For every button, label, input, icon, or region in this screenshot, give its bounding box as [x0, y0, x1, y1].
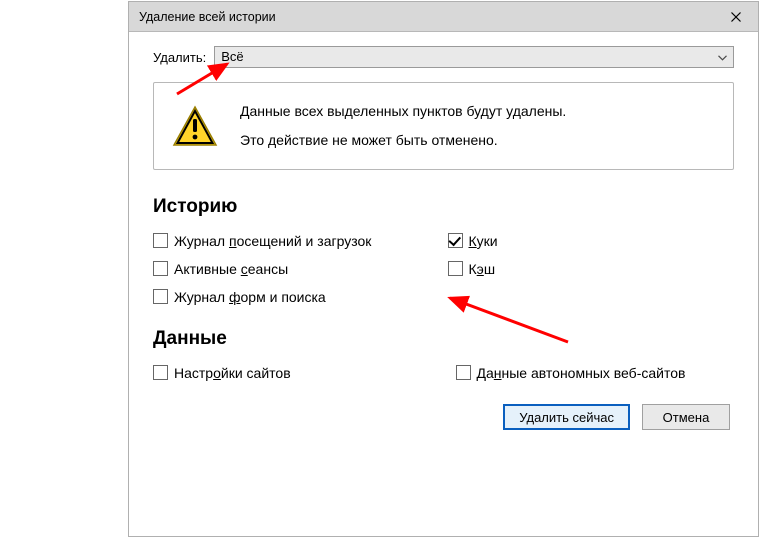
- checkbox-icon: [448, 261, 463, 276]
- history-checklist: Журнал посещений и загрузок Куки Активны…: [153, 232, 734, 306]
- chevron-down-icon: [718, 47, 727, 67]
- check-active-sessions[interactable]: Активные сеансы: [153, 260, 440, 278]
- cancel-button[interactable]: Отмена: [642, 404, 730, 430]
- delete-now-button[interactable]: Удалить сейчас: [503, 404, 630, 430]
- checkbox-icon: [153, 233, 168, 248]
- warning-line2: Это действие не может быть отменено.: [240, 130, 566, 151]
- dialog-title: Удаление всей истории: [139, 10, 276, 24]
- checkbox-icon: [153, 289, 168, 304]
- check-label: Журнал форм и поиска: [174, 288, 326, 306]
- check-site-settings[interactable]: Настройки сайтов: [153, 364, 432, 382]
- dialog-buttons: Удалить сейчас Отмена: [153, 404, 734, 430]
- time-range-row: Удалить: Всё: [153, 46, 734, 68]
- close-icon: [731, 12, 741, 22]
- time-range-value: Всё: [221, 49, 243, 64]
- checkbox-icon: [456, 365, 471, 380]
- check-label: Кэш: [469, 260, 496, 278]
- warning-icon: [172, 105, 218, 147]
- check-offline-data[interactable]: Данные автономных веб-сайтов: [456, 364, 735, 382]
- check-cache[interactable]: Кэш: [448, 260, 735, 278]
- time-range-label: Удалить:: [153, 50, 206, 65]
- checkbox-icon: [448, 233, 463, 248]
- time-range-select[interactable]: Всё: [214, 46, 734, 68]
- check-form-history[interactable]: Журнал форм и поиска: [153, 288, 440, 306]
- data-checklist: Настройки сайтов Данные автономных веб-с…: [153, 364, 734, 382]
- close-button[interactable]: [714, 2, 758, 31]
- check-label: Журнал посещений и загрузок: [174, 232, 371, 250]
- titlebar: Удаление всей истории: [129, 2, 758, 32]
- check-label: Данные автономных веб-сайтов: [477, 364, 686, 382]
- warning-panel: Данные всех выделенных пунктов будут уда…: [153, 82, 734, 170]
- section-history-heading: Историю: [153, 196, 734, 218]
- check-browsing-history[interactable]: Журнал посещений и загрузок: [153, 232, 440, 250]
- section-data-heading: Данные: [153, 328, 734, 350]
- warning-line1: Данные всех выделенных пунктов будут уда…: [240, 101, 566, 122]
- check-label: Куки: [469, 232, 498, 250]
- clear-history-dialog: Удаление всей истории Удалить: Всё: [128, 1, 759, 537]
- check-cookies[interactable]: Куки: [448, 232, 735, 250]
- checkbox-icon: [153, 261, 168, 276]
- warning-text: Данные всех выделенных пунктов будут уда…: [240, 101, 566, 151]
- dialog-content: Удалить: Всё Данные в: [129, 32, 758, 444]
- checkbox-icon: [153, 365, 168, 380]
- check-label: Настройки сайтов: [174, 364, 291, 382]
- check-label: Активные сеансы: [174, 260, 288, 278]
